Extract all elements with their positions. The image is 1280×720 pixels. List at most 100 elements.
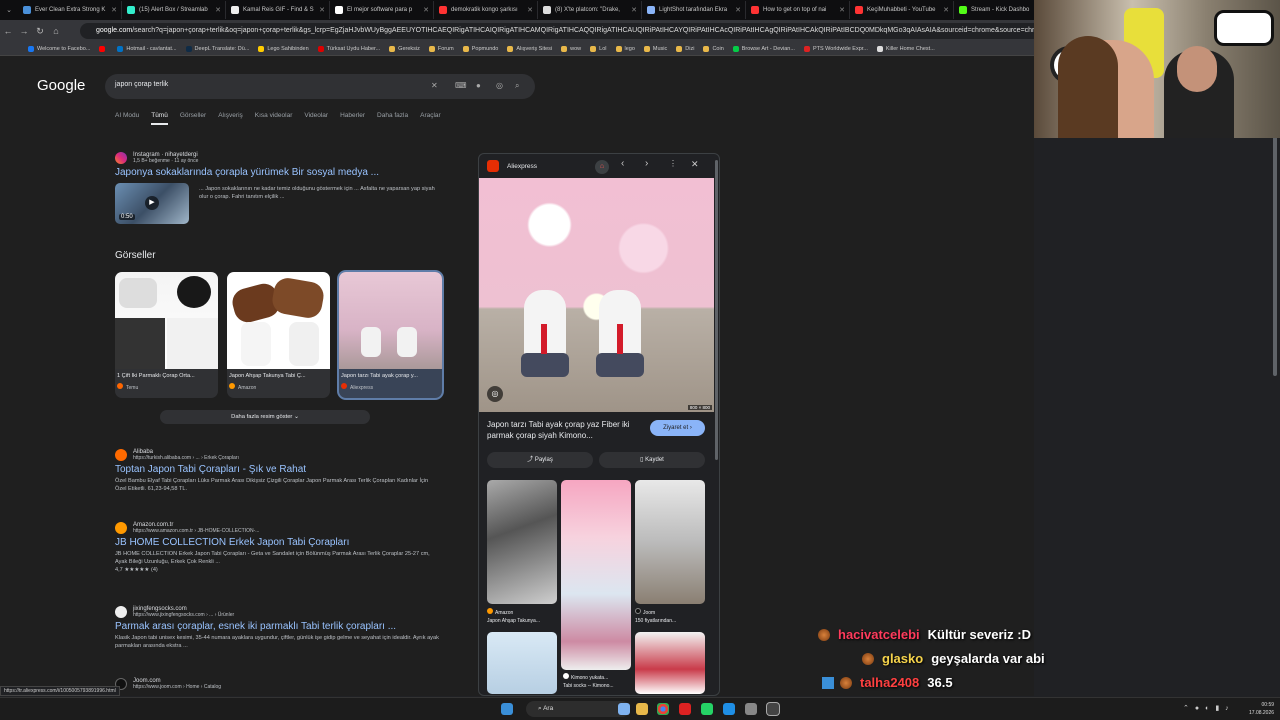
close-tab-icon[interactable]: ✕	[527, 6, 533, 14]
bookmark-item[interactable]: Alışveriş Sitesi	[507, 45, 552, 52]
related-image[interactable]	[487, 632, 557, 694]
panel-source[interactable]: Aliexpress	[507, 163, 537, 170]
bookmark-item[interactable]: Lego Sahibinden	[258, 45, 309, 52]
image-card[interactable]: Japon Ahşap Takunya Tabi Ç... Amazon	[227, 272, 330, 398]
video-thumbnail[interactable]: ▶ 0:50	[115, 183, 189, 224]
search-tab[interactable]: AI Modu	[115, 112, 139, 125]
more-options-icon[interactable]: ⋮	[669, 159, 677, 168]
close-tab-icon[interactable]: ✕	[943, 6, 949, 14]
more-images-button[interactable]: Daha fazla resim göster ⌄	[160, 410, 370, 424]
save-button[interactable]: ▯ Kaydet	[599, 452, 705, 468]
close-tab-icon[interactable]: ✕	[111, 6, 117, 14]
related-image[interactable]	[487, 480, 557, 604]
bookmark-item[interactable]: lego	[615, 45, 635, 52]
result-title[interactable]: Toptan Japon Tabi Çorapları - Şık ve Rah…	[115, 464, 445, 475]
panel-scrollbar[interactable]	[715, 160, 718, 460]
related-image[interactable]	[635, 632, 705, 694]
image-card[interactable]: 1 Çift İki Parmaklı Çorap Orta... Temu	[115, 272, 218, 398]
preview-image[interactable]: ◎ 800 × 800	[479, 178, 714, 412]
bookmark-item[interactable]: Coin	[703, 45, 724, 52]
acrobat-icon[interactable]: ⌂	[595, 160, 609, 174]
result-title[interactable]: Japonya sokaklarında çorapla yürümek Bir…	[115, 167, 445, 178]
related-image[interactable]	[635, 480, 705, 604]
browser-tab[interactable]: (8) X'te platcom: "Drake, ✕	[538, 1, 642, 19]
file-explorer-icon[interactable]	[636, 703, 648, 715]
browser-tab[interactable]: How to get on top of nai ✕	[746, 1, 850, 19]
next-icon[interactable]: ›	[645, 158, 648, 169]
search-tab[interactable]: Kısa videolar	[255, 112, 293, 125]
close-tab-icon[interactable]: ✕	[839, 6, 845, 14]
result-title[interactable]: Parmak arası çoraplar, esnek iki parmakl…	[115, 621, 445, 632]
bookmark-item[interactable]: Hotmail - cavlantat...	[117, 45, 177, 52]
bookmark-item[interactable]: Forum	[428, 45, 454, 52]
close-tab-icon[interactable]: ✕	[423, 6, 429, 14]
search-tab[interactable]: Tümü	[151, 112, 168, 125]
google-logo[interactable]: Google	[37, 77, 85, 94]
bookmark-item[interactable]	[99, 45, 108, 52]
close-tab-icon[interactable]: ✕	[319, 6, 325, 14]
tab-search-icon[interactable]: ⌄	[0, 6, 18, 14]
opera-icon[interactable]	[679, 703, 691, 715]
chrome-icon[interactable]	[657, 703, 669, 715]
bookmark-item[interactable]: Gereksiz	[389, 45, 420, 52]
bookmark-item[interactable]: PTS Worldwide Expr...	[803, 45, 868, 52]
reload-icon[interactable]: ↻	[32, 26, 48, 37]
browser-tab[interactable]: Kamal Reis GIF - Find & S ✕	[226, 1, 330, 19]
search-tab[interactable]: Araçlar	[420, 112, 441, 125]
search-tab[interactable]: Daha fazla	[377, 112, 408, 125]
bookmark-item[interactable]: Dizi	[676, 45, 694, 52]
obs-icon[interactable]	[767, 703, 779, 715]
play-icon[interactable]: ▶	[145, 196, 159, 210]
task-view-icon[interactable]	[618, 703, 630, 715]
browser-tab[interactable]: Ever Clean Extra Strong K ✕	[18, 1, 122, 19]
lens-icon[interactable]: ◎	[496, 81, 503, 90]
taskbar-search[interactable]: ⌕ Ara	[526, 701, 630, 717]
close-tab-icon[interactable]: ✕	[215, 6, 221, 14]
browser-tab[interactable]: El mejor software para p ✕	[330, 1, 434, 19]
microphone-icon[interactable]: ●	[476, 81, 481, 90]
bookmark-item[interactable]: Welcome to Facebo...	[28, 45, 90, 52]
result-title[interactable]: JB HOME COLLECTION Erkek Japon Tabi Çora…	[115, 537, 445, 548]
whatsapp-icon[interactable]	[701, 703, 713, 715]
bookmark-item[interactable]: Lol	[590, 45, 607, 52]
search-input[interactable]: japon çorap terlik	[115, 81, 168, 88]
search-tab[interactable]: Haberler	[340, 112, 365, 125]
app-icon[interactable]	[723, 703, 735, 715]
bookmark-item[interactable]: Türksat Uydu Haber...	[317, 45, 380, 52]
bookmark-item[interactable]: Music	[643, 45, 667, 52]
search-icon[interactable]: ⌕	[515, 81, 519, 91]
close-icon[interactable]: ✕	[691, 159, 699, 170]
prev-icon[interactable]: ‹	[621, 158, 624, 169]
windows-start-icon[interactable]	[501, 703, 513, 715]
forward-icon[interactable]: →	[16, 26, 32, 36]
lens-icon[interactable]: ◎	[487, 386, 503, 402]
bookmark-item[interactable]: Browse Art - Devian...	[732, 45, 795, 52]
app-icon[interactable]	[745, 703, 757, 715]
bookmark-item[interactable]: Killer Home Chest...	[876, 45, 935, 52]
browser-tab[interactable]: (15) Alert Box / Streamlab ✕	[122, 1, 226, 19]
clock[interactable]: 00:59 17.08.2026	[1249, 701, 1274, 717]
share-button[interactable]: ⤴ Paylaş	[487, 452, 593, 468]
keyboard-icon[interactable]: ⌨	[455, 81, 467, 90]
close-tab-icon[interactable]: ✕	[631, 6, 637, 14]
related-image[interactable]	[561, 480, 631, 670]
bookmark-item[interactable]: DeepL Translate: Dü...	[185, 45, 249, 52]
bookmark-item[interactable]: Popmundo	[462, 45, 498, 52]
search-tab[interactable]: Alışveriş	[218, 112, 243, 125]
search-tab[interactable]: Görseller	[180, 112, 206, 125]
browser-tab[interactable]: demokratik kongo şarkısı ✕	[434, 1, 538, 19]
browser-tab[interactable]: KeçiMuhabbeti - YouTube ✕	[850, 1, 954, 19]
close-tab-icon[interactable]: ✕	[735, 6, 741, 14]
clear-icon[interactable]: ✕	[431, 81, 438, 90]
home-icon[interactable]: ⌂	[48, 26, 64, 36]
image-card-selected[interactable]: Japon tarzı Tabi ayak çorap y... Aliexpr…	[339, 272, 442, 398]
search-tab[interactable]: Videolar	[304, 112, 328, 125]
visit-button[interactable]: Ziyaret et ›	[650, 420, 705, 436]
search-box[interactable]: japon çorap terlik ✕ ⌨ ● ◎ ⌕	[105, 74, 535, 99]
browser-tab[interactable]: LightShot tarafından Ekra ✕	[642, 1, 746, 19]
related-caption: 150 fiyatlarından...	[635, 618, 677, 624]
back-icon[interactable]: ←	[0, 26, 16, 36]
panel-title[interactable]: Japon tarzı Tabi ayak çorap yaz Fiber ik…	[487, 419, 647, 441]
system-tray-icons[interactable]: ⌃●◐▮♪	[1183, 704, 1235, 712]
bookmark-item[interactable]: wow	[561, 45, 581, 52]
